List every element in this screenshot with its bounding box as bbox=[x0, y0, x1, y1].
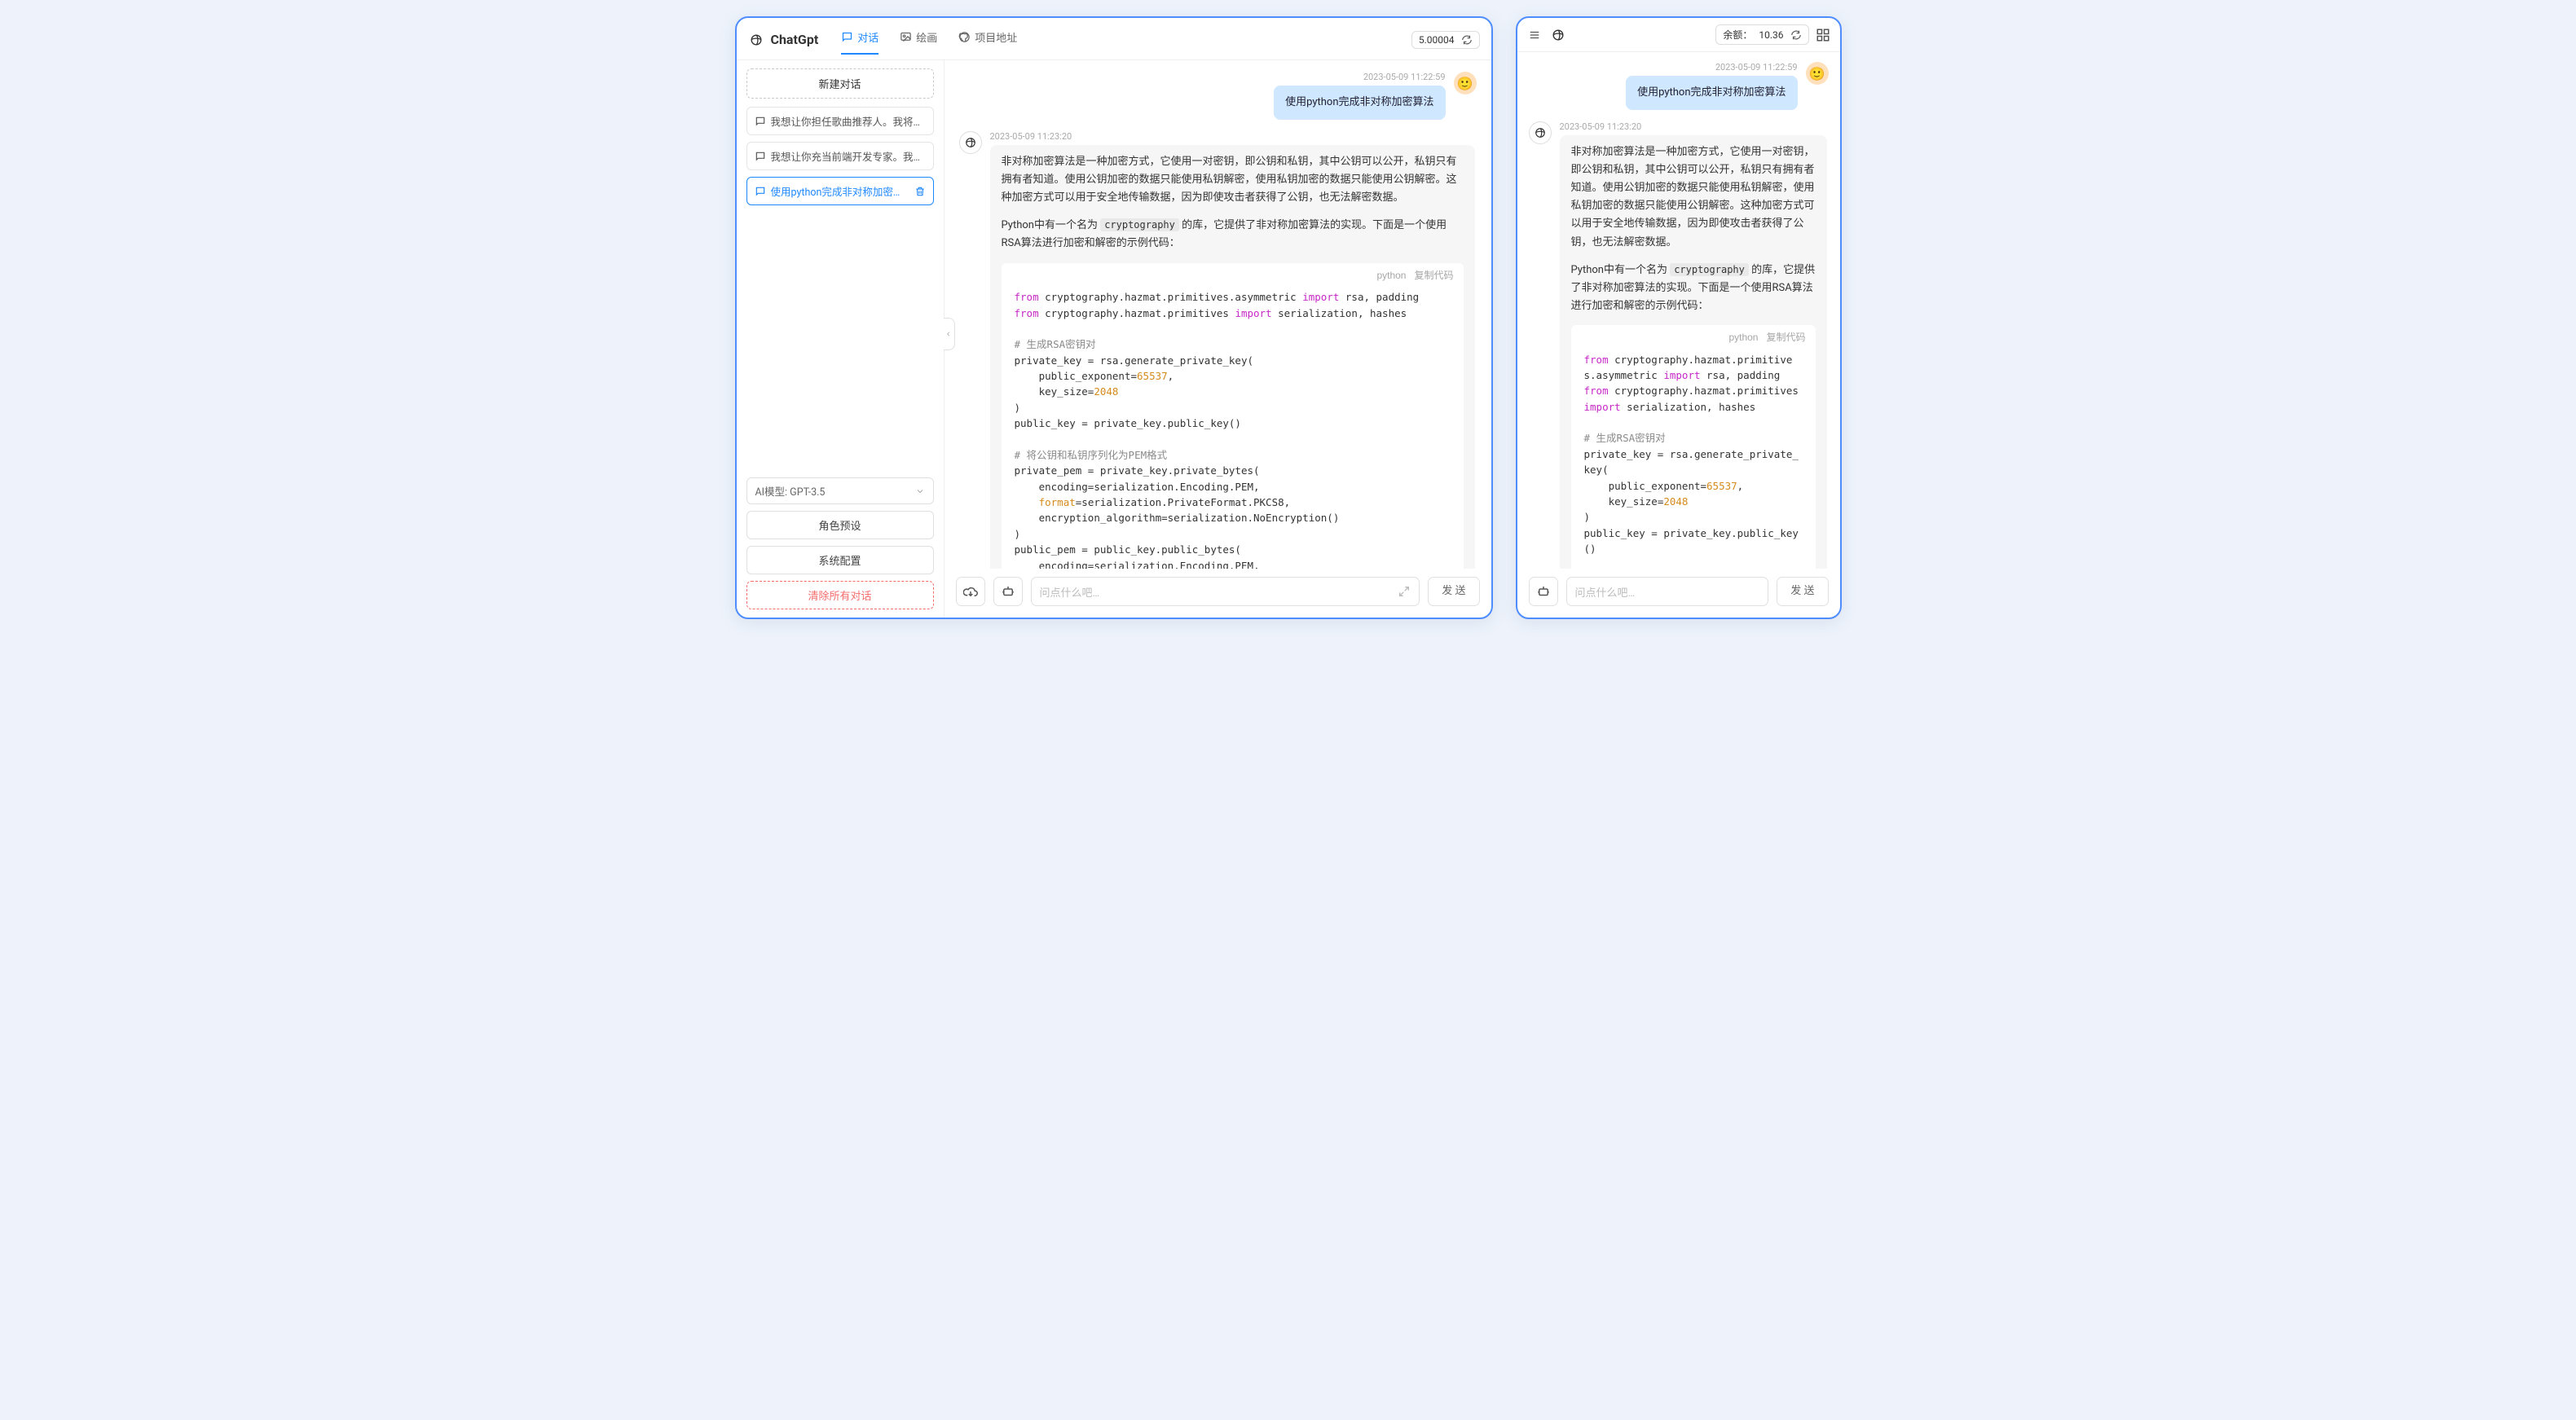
assistant-message: 2023-05-09 11:23:20 非对称加密算法是一种加密方式，它使用一对… bbox=[959, 131, 1477, 569]
mobile-header: 余额： 10.36 bbox=[1517, 18, 1840, 52]
conversation-item[interactable]: 我想让你担任歌曲推荐人。我将为… bbox=[746, 107, 934, 135]
code-content[interactable]: from cryptography.hazmat.primitives.asym… bbox=[1002, 288, 1464, 569]
tab-chat-label: 对话 bbox=[857, 29, 878, 45]
chat-bubble-icon bbox=[755, 116, 766, 127]
credit-balance[interactable]: 5.00004 bbox=[1411, 31, 1480, 49]
user-bubble: 使用python完成非对称加密算法 bbox=[1626, 76, 1797, 110]
composer: 问点什么吧… 发 送 bbox=[945, 569, 1491, 618]
code-block: python 复制代码 from cryptography.hazmat.pri… bbox=[1002, 263, 1464, 569]
refresh-icon bbox=[1461, 34, 1473, 46]
conversation-title: 使用python完成非对称加密算法 bbox=[771, 183, 909, 199]
system-config-button[interactable]: 系统配置 bbox=[746, 546, 934, 574]
user-avatar: 🙂 bbox=[1806, 62, 1829, 85]
desktop-window: ChatGpt 对话 绘画 项目地址 5.00004 bbox=[735, 16, 1493, 619]
openai-icon bbox=[1533, 125, 1548, 140]
conversation-item[interactable]: 我想让你充当前端开发专家。我将… bbox=[746, 142, 934, 170]
tab-repo[interactable]: 项目地址 bbox=[958, 24, 1017, 55]
export-button[interactable] bbox=[956, 577, 985, 606]
credit-value: 10.36 bbox=[1759, 29, 1783, 41]
message-timestamp: 2023-05-09 11:23:20 bbox=[1560, 121, 1642, 132]
tab-draw-label: 绘画 bbox=[916, 29, 937, 45]
sidebar: 新建对话 我想让你担任歌曲推荐人。我将为… 我想让你充当前端开发专家。我将… 使… bbox=[737, 60, 945, 618]
trash-icon[interactable] bbox=[914, 186, 926, 197]
send-button[interactable]: 发 送 bbox=[1428, 577, 1479, 606]
input-placeholder: 问点什么吧… bbox=[1040, 584, 1100, 600]
menu-icon[interactable] bbox=[1527, 29, 1542, 41]
chevron-down-icon bbox=[915, 486, 925, 496]
expand-icon[interactable] bbox=[1398, 585, 1411, 598]
user-bubble: 使用python完成非对称加密算法 bbox=[1274, 86, 1445, 120]
grid-icon[interactable] bbox=[1816, 28, 1830, 42]
app-title: ChatGpt bbox=[771, 32, 819, 47]
conversation-title: 我想让你担任歌曲推荐人。我将为… bbox=[771, 113, 926, 129]
message-list[interactable]: 🙂 2023-05-09 11:22:59 使用python完成非对称加密算法 … bbox=[945, 60, 1491, 569]
conversation-item-active[interactable]: 使用python完成非对称加密算法 bbox=[746, 177, 934, 205]
assistant-paragraph: Python中有一个名为 cryptography 的库，它提供了非对称加密算法… bbox=[1002, 217, 1464, 253]
openai-icon bbox=[963, 135, 978, 150]
bot-avatar bbox=[1529, 121, 1552, 144]
chat-area: 🙂 2023-05-09 11:22:59 使用python完成非对称加密算法 … bbox=[945, 60, 1491, 618]
model-select-label: AI模型: GPT-3.5 bbox=[755, 483, 826, 499]
user-message: 🙂 2023-05-09 11:22:59 使用python完成非对称加密算法 bbox=[1529, 62, 1829, 110]
code-content[interactable]: from cryptography.hazmat.primitives.asym… bbox=[1571, 350, 1816, 569]
cloud-download-icon bbox=[963, 584, 978, 599]
user-avatar: 🙂 bbox=[1454, 72, 1477, 95]
inline-code: cryptography bbox=[1670, 263, 1749, 276]
new-chat-button[interactable]: 新建对话 bbox=[746, 68, 934, 99]
message-timestamp: 2023-05-09 11:22:59 bbox=[1715, 62, 1798, 73]
input-placeholder: 问点什么吧… bbox=[1575, 584, 1636, 600]
mobile-message-list[interactable]: 🙂 2023-05-09 11:22:59 使用python完成非对称加密算法 … bbox=[1517, 52, 1840, 569]
message-timestamp: 2023-05-09 11:22:59 bbox=[1363, 72, 1446, 82]
assistant-paragraph: Python中有一个名为 cryptography 的库，它提供了非对称加密算法… bbox=[1571, 262, 1816, 315]
credit-balance[interactable]: 余额： 10.36 bbox=[1715, 24, 1808, 45]
inline-code: cryptography bbox=[1100, 218, 1179, 231]
chat-icon bbox=[841, 31, 853, 43]
code-language-label: python bbox=[1728, 330, 1758, 345]
role-preset-button[interactable]: 角色预设 bbox=[746, 511, 934, 539]
copy-code-button[interactable]: 复制代码 bbox=[1414, 268, 1453, 284]
copy-code-button[interactable]: 复制代码 bbox=[1766, 330, 1805, 345]
header-bar: ChatGpt 对话 绘画 项目地址 5.00004 bbox=[737, 18, 1491, 60]
tab-chat[interactable]: 对话 bbox=[841, 24, 878, 55]
assistant-paragraph: 非对称加密算法是一种加密方式，它使用一对密钥，即公钥和私钥，其中公钥可以公开，私… bbox=[1571, 143, 1816, 252]
mobile-window: 余额： 10.36 🙂 2023-05-09 11:22:59 使用python… bbox=[1516, 16, 1842, 619]
assistant-paragraph: 非对称加密算法是一种加密方式，它使用一对密钥，即公钥和私钥，其中公钥可以公开，私… bbox=[1002, 153, 1464, 207]
prompt-library-button[interactable] bbox=[993, 577, 1023, 606]
github-icon bbox=[958, 31, 971, 43]
credit-label: 余额： bbox=[1723, 28, 1752, 42]
prompt-library-button[interactable] bbox=[1529, 577, 1558, 606]
tab-draw[interactable]: 绘画 bbox=[900, 24, 937, 55]
conversation-title: 我想让你充当前端开发专家。我将… bbox=[771, 148, 926, 164]
refresh-icon bbox=[1790, 29, 1802, 41]
image-icon bbox=[900, 31, 912, 43]
clear-all-button[interactable]: 清除所有对话 bbox=[746, 581, 934, 609]
tab-repo-label: 项目地址 bbox=[975, 29, 1017, 45]
message-input[interactable]: 问点什么吧… bbox=[1566, 577, 1769, 606]
chat-bubble-icon bbox=[755, 151, 766, 162]
message-input[interactable]: 问点什么吧… bbox=[1031, 577, 1420, 606]
model-select[interactable]: AI模型: GPT-3.5 bbox=[746, 477, 934, 504]
bot-avatar bbox=[959, 131, 982, 154]
assistant-message: 2023-05-09 11:23:20 非对称加密算法是一种加密方式，它使用一对… bbox=[1529, 121, 1829, 569]
assistant-bubble: 非对称加密算法是一种加密方式，它使用一对密钥，即公钥和私钥，其中公钥可以公开，私… bbox=[1560, 135, 1827, 569]
composer: 问点什么吧… 发 送 bbox=[1517, 569, 1840, 618]
chat-bubble-icon bbox=[755, 186, 766, 197]
code-language-label: python bbox=[1376, 268, 1406, 284]
assistant-bubble: 非对称加密算法是一种加密方式，它使用一对密钥，即公钥和私钥，其中公钥可以公开，私… bbox=[990, 145, 1475, 569]
credit-value: 5.00004 bbox=[1419, 34, 1455, 46]
send-button[interactable]: 发 送 bbox=[1777, 577, 1828, 606]
app-logo-icon bbox=[748, 32, 764, 48]
message-timestamp: 2023-05-09 11:23:20 bbox=[990, 131, 1072, 142]
code-block: python 复制代码 from cryptography.hazmat.pri… bbox=[1571, 325, 1816, 569]
robot-icon bbox=[1536, 584, 1551, 599]
app-logo-icon bbox=[1550, 27, 1566, 43]
user-message: 🙂 2023-05-09 11:22:59 使用python完成非对称加密算法 bbox=[959, 72, 1477, 120]
robot-icon bbox=[1001, 584, 1015, 599]
